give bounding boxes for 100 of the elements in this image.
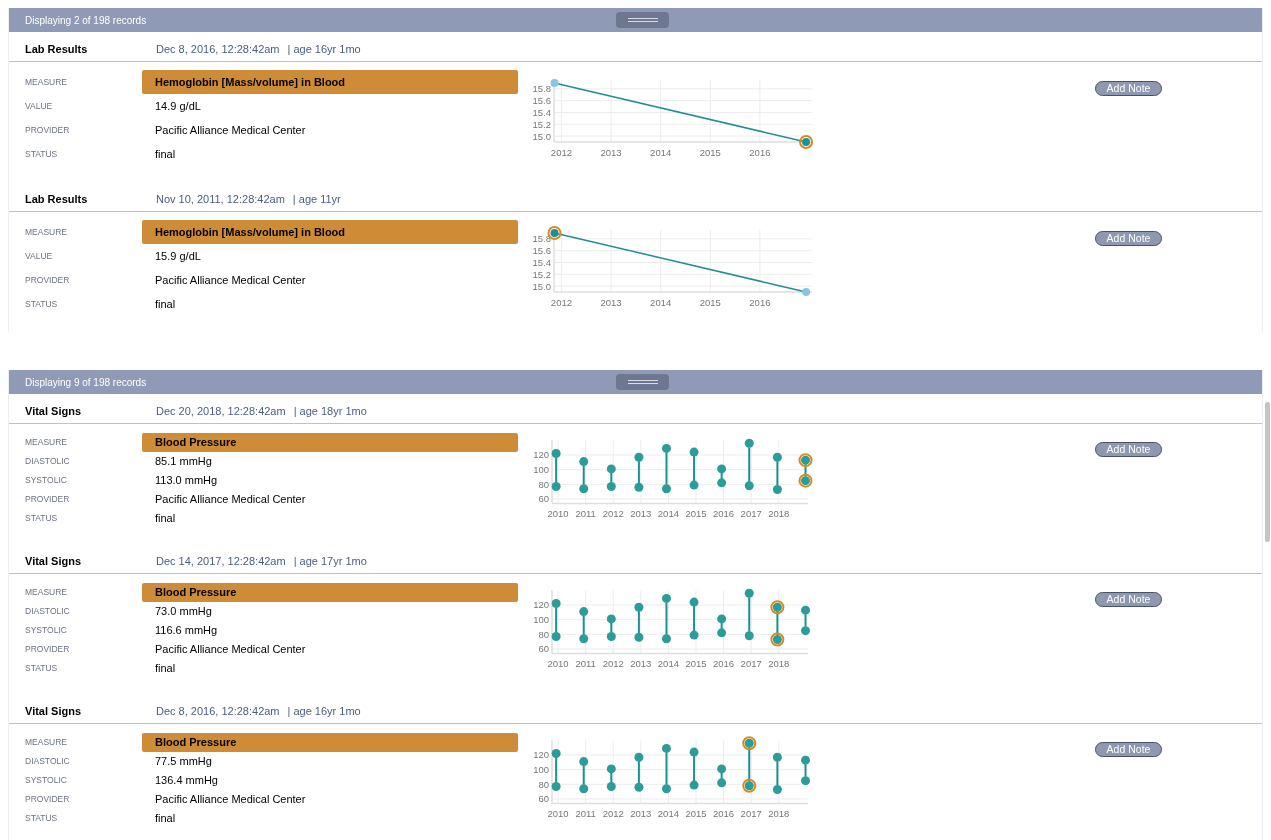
tick-label: 15.4: [532, 107, 551, 118]
tick-label: 2018: [768, 808, 790, 820]
range-line: [582, 614, 585, 636]
data-point: [772, 784, 782, 794]
add-note-button[interactable]: Add Note: [1095, 591, 1162, 607]
field-label: DIASTOLIC: [24, 605, 71, 618]
data-point: [579, 457, 589, 467]
add-note-button[interactable]: Add Note: [1095, 230, 1162, 246]
range-line: [582, 764, 585, 786]
field-label: PROVIDER: [24, 273, 71, 287]
record-age: | age 18yr 1mo: [293, 403, 367, 419]
add-note-button[interactable]: Add Note: [1095, 80, 1162, 96]
field-label: MEASURE: [24, 75, 69, 89]
field-label: STATUS: [24, 297, 59, 311]
data-point: [606, 482, 616, 492]
tick-label: 2011: [575, 808, 596, 820]
measure-value: Hemoglobin [Mass/volume] in Blood: [142, 70, 518, 94]
data-point: [550, 78, 559, 87]
data-point: [801, 776, 810, 786]
field-label: STATUS: [24, 662, 59, 675]
tick-label: 120: [533, 749, 549, 761]
record-date: Dec 14, 2017, 12:28:42am: [156, 553, 286, 569]
field-label: PROVIDER: [24, 493, 71, 506]
field-value: final: [154, 146, 177, 162]
tick-label: 2014: [657, 658, 679, 670]
tick-label: 80: [538, 628, 549, 640]
tick-label: 80: [538, 478, 549, 490]
tick-label: 2018: [768, 658, 790, 670]
tick-label: 2010: [547, 808, 569, 820]
tick-label: 2013: [600, 147, 622, 158]
data-point: [606, 764, 616, 774]
data-point: [772, 484, 782, 494]
record-category: Lab Results: [25, 191, 89, 207]
tick-label: 2016: [713, 508, 735, 520]
data-point: [662, 634, 671, 644]
field-label: PROVIDER: [24, 643, 71, 656]
add-note-button[interactable]: Add Note: [1095, 741, 1162, 757]
data-point: [634, 482, 644, 492]
field-value: 113.0 mmHg: [154, 473, 219, 489]
field-label: SYSTOLIC: [24, 624, 68, 637]
drag-handle[interactable]: [616, 12, 669, 28]
field-label: PROVIDER: [24, 793, 71, 806]
field-value: final: [154, 296, 177, 312]
field-label: MEASURE: [24, 736, 69, 749]
record-category: Vital Signs: [25, 703, 83, 719]
field-label: SYSTOLIC: [24, 474, 68, 487]
record-age: | age 16yr 1mo: [287, 41, 361, 57]
tick-label: 2011: [575, 658, 596, 670]
range-line: [804, 613, 807, 628]
data-point: [772, 752, 782, 762]
range-line: [610, 771, 613, 784]
field-value: 85.1 mmHg: [154, 454, 213, 470]
data-point: [717, 614, 727, 624]
tick-label: 15.0: [532, 130, 551, 142]
record-date: Nov 10, 2011, 12:28:42am: [156, 191, 285, 207]
tick-label: 2015: [685, 658, 707, 670]
field-value: 73.0 mmHg: [154, 604, 213, 620]
range-line: [776, 460, 779, 487]
range-line: [693, 455, 696, 483]
data-point: [801, 755, 810, 765]
scrollbar[interactable]: [1265, 402, 1270, 542]
tick-label: 15.8: [532, 233, 551, 245]
data-point: [551, 599, 561, 609]
data-point: [689, 447, 699, 457]
data-point: [689, 597, 699, 607]
tick-label: 2012: [550, 147, 572, 158]
data-point: [551, 482, 561, 492]
field-value: 116.6 mmHg: [154, 623, 219, 639]
data-point: [689, 630, 699, 640]
tick-label: 100: [533, 764, 549, 776]
add-note-button[interactable]: Add Note: [1095, 441, 1162, 457]
data-point: [744, 481, 754, 491]
tick-label: 15.6: [532, 95, 551, 107]
tick-label: 2013: [600, 297, 622, 308]
range-line: [748, 446, 751, 483]
tick-label: 2014: [650, 147, 672, 158]
record-age: | age 16yr 1mo: [287, 703, 361, 719]
tick-label: 100: [533, 614, 549, 626]
tick-label: 2014: [657, 808, 679, 820]
tick-label: 2013: [630, 658, 652, 670]
tick-label: 2015: [685, 508, 707, 520]
measure-value: Blood Pressure: [142, 433, 518, 452]
field-label: DIASTOLIC: [24, 755, 71, 768]
data-point: [606, 614, 616, 624]
field-value: Pacific Alliance Medical Center: [154, 122, 307, 138]
range-line: [637, 460, 640, 485]
data-point: [634, 752, 644, 762]
range-line: [665, 451, 668, 486]
field-label: SYSTOLIC: [24, 774, 68, 787]
data-point: [662, 484, 671, 494]
field-label: PROVIDER: [24, 123, 71, 137]
tick-label: 2012: [602, 508, 624, 520]
tick-label: 2010: [547, 658, 569, 670]
tick-label: 15.6: [532, 245, 551, 257]
drag-handle[interactable]: [616, 374, 669, 390]
data-point: [606, 632, 616, 642]
data-point: [744, 631, 754, 641]
field-label: STATUS: [24, 812, 59, 825]
tick-label: 15.2: [532, 268, 551, 280]
range-line: [804, 763, 807, 778]
